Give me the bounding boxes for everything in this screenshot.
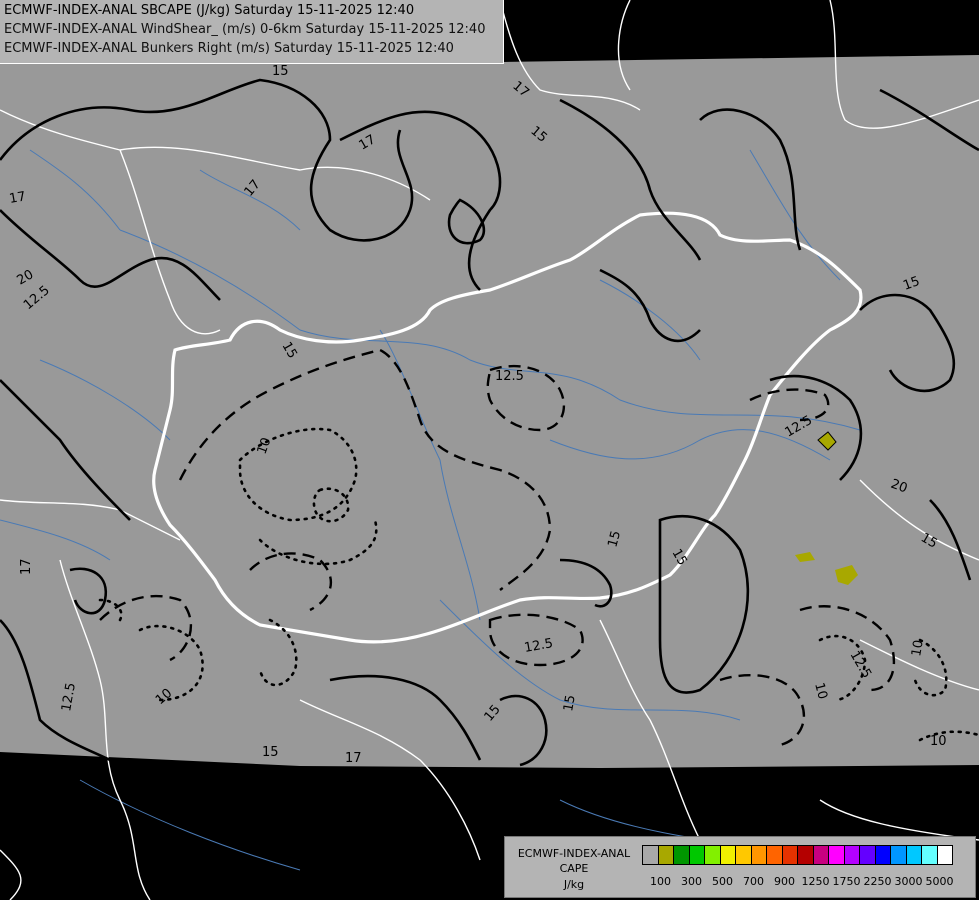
legend-swatch (812, 845, 829, 865)
color-legend: ECMWF-INDEX-ANAL CAPE J/kg 100 300 500 700 9… (504, 836, 976, 898)
legend-ticks: 100 300 500 700 900 1250 1750 2250 3000 5000 (642, 875, 972, 889)
data-domain (0, 55, 979, 768)
legend-tick-label: 1750 (832, 875, 861, 888)
contour-label-dashed: 12.5 (495, 369, 524, 384)
legend-swatch (936, 845, 953, 865)
legend-tick-label: 1250 (801, 875, 830, 888)
legend-swatch (921, 845, 938, 865)
legend-swatch (766, 845, 783, 865)
contour-label-solid: 17 (8, 189, 27, 207)
legend-swatch (890, 845, 907, 865)
contour-label-solid: 17 (19, 558, 34, 575)
legend-tick-label: 100 (650, 875, 671, 888)
legend-swatch (843, 845, 860, 865)
contour-label-solid: 15 (262, 745, 279, 760)
title-sbcape: ECMWF-INDEX-ANAL SBCAPE (J/kg) Saturday … (4, 3, 415, 18)
legend-tick-label: 2250 (863, 875, 892, 888)
legend-swatch (673, 845, 690, 865)
legend-model: ECMWF-INDEX-ANAL (517, 847, 631, 860)
legend-swatch (719, 845, 736, 865)
contour-label-solid: 15 (272, 64, 289, 79)
contour-label-solid: 17 (345, 751, 362, 766)
legend-swatches (642, 845, 953, 865)
legend-tick-label: 700 (743, 875, 764, 888)
legend-swatch (735, 845, 752, 865)
legend-tick-label: 900 (774, 875, 795, 888)
legend-swatch (688, 845, 705, 865)
legend-swatch (874, 845, 891, 865)
legend-swatch (781, 845, 798, 865)
contour-label-dotted: 10 (909, 639, 927, 658)
legend-swatch (905, 845, 922, 865)
legend-tick-label: 3000 (894, 875, 923, 888)
legend-swatch (859, 845, 876, 865)
legend-swatch (797, 845, 814, 865)
legend-tick-label: 300 (681, 875, 702, 888)
legend-swatch (642, 845, 659, 865)
legend-swatch (704, 845, 721, 865)
legend-swatch (750, 845, 767, 865)
header-panel: ECMWF-INDEX-ANAL SBCAPE (J/kg) Saturday … (0, 0, 504, 64)
title-windshear: ECMWF-INDEX-ANAL WindShear_ (m/s) 0-6km … (4, 22, 486, 37)
title-bunkers: ECMWF-INDEX-ANAL Bunkers Right (m/s) Sat… (4, 41, 454, 56)
legend-tick-label: 5000 (925, 875, 954, 888)
legend-swatch (657, 845, 674, 865)
legend-variable: CAPE (559, 862, 589, 875)
contour-label-solid: 15 (561, 694, 579, 713)
contour-label-dotted: 10 (930, 734, 947, 749)
weather-map: 15171717151520171515151520171515 171512.5… (0, 0, 979, 900)
legend-swatch (828, 845, 845, 865)
legend-unit: J/kg (563, 878, 585, 891)
legend-tick-label: 500 (712, 875, 733, 888)
